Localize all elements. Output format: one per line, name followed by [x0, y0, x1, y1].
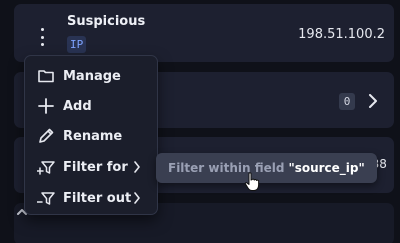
filter-minus-icon: [37, 192, 55, 205]
hand-cursor-icon: [244, 172, 260, 191]
menu-item-label: Filter for: [63, 159, 128, 175]
menu-item-manage[interactable]: Manage: [25, 62, 159, 90]
menu-item-label: Rename: [63, 128, 123, 144]
submenu-label: Filter within field: [168, 161, 285, 175]
menu-item-label: Manage: [63, 68, 121, 84]
count-badge: 0: [339, 93, 355, 110]
menu-item-label: Add: [63, 98, 92, 114]
entity-title: Suspicious: [67, 14, 146, 29]
menu-item-filter-out[interactable]: Filter out: [25, 184, 159, 212]
menu-item-add[interactable]: Add: [25, 92, 159, 120]
menu-item-filter-for[interactable]: Filter for: [25, 153, 159, 181]
pencil-icon: [39, 128, 54, 143]
kebab-menu-icon[interactable]: [38, 28, 46, 46]
type-badge: IP: [67, 36, 87, 53]
submenu-field-name: "source_ip": [288, 161, 365, 175]
menu-item-label: Filter out: [63, 190, 132, 206]
filter-plus-icon: [37, 161, 55, 175]
plus-icon: [38, 98, 54, 114]
menu-item-rename[interactable]: Rename: [25, 122, 159, 150]
chevron-right-icon[interactable]: [368, 94, 378, 108]
chevron-right-icon: [134, 192, 140, 204]
entity-value: 198.51.100.2: [298, 27, 385, 42]
context-menu: Manage Add Rename Filter for Filter out: [24, 55, 158, 215]
folder-icon: [38, 70, 54, 83]
submenu-filter-within-field[interactable]: Filter within field "source_ip": [156, 153, 377, 183]
chevron-right-icon: [134, 161, 140, 173]
